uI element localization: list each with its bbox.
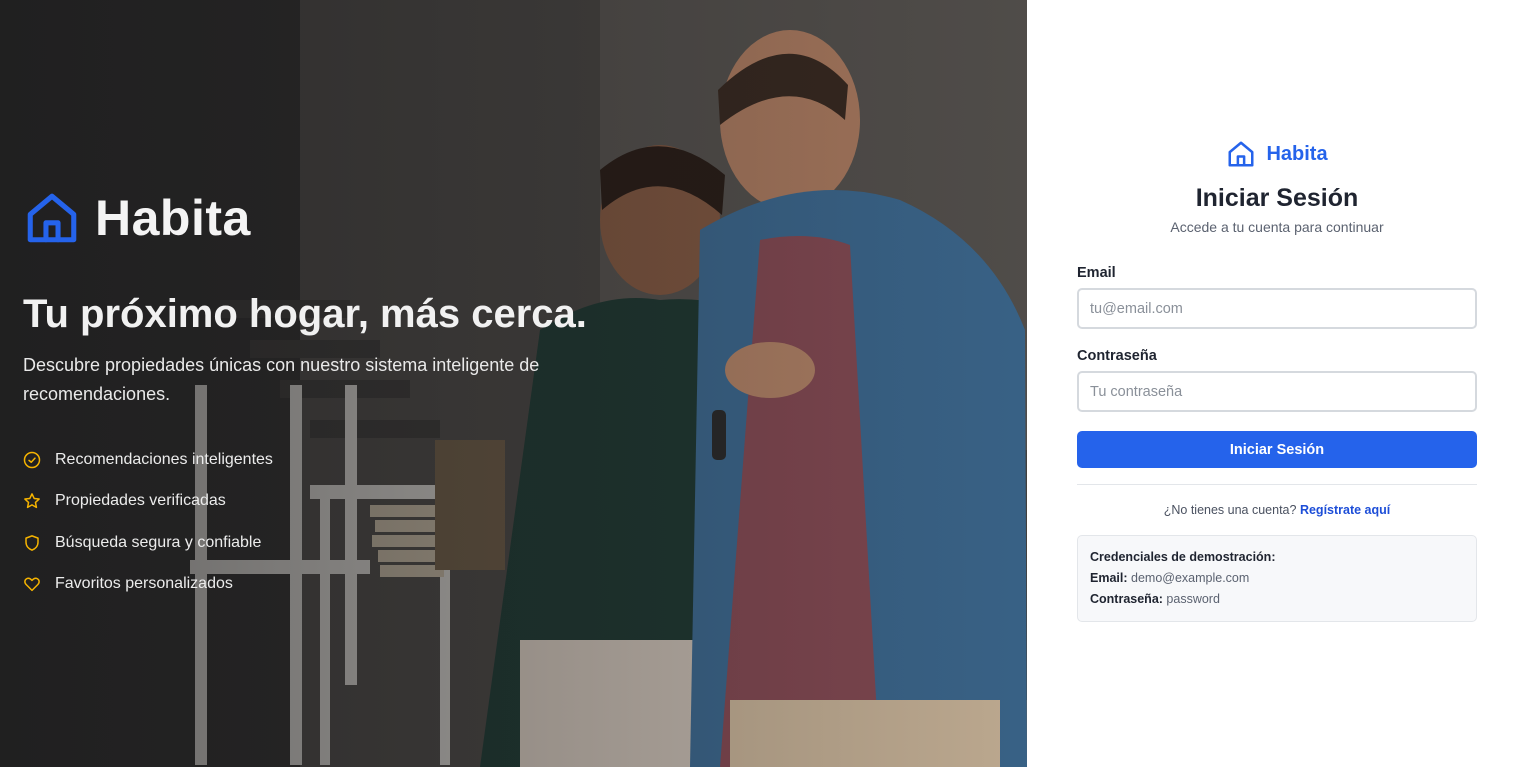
- demo-email-label: Email:: [1090, 571, 1128, 585]
- feature-list: Recomendaciones inteligentes Propiedades…: [23, 439, 643, 605]
- hero-content: Habita Tu próximo hogar, más cerca. Desc…: [23, 188, 643, 605]
- login-panel: Habita Iniciar Sesión Accede a tu cuenta…: [1027, 0, 1524, 767]
- check-circle-icon: [23, 451, 41, 469]
- page-title: Iniciar Sesión: [1195, 184, 1359, 212]
- register-link[interactable]: Regístrate aquí: [1300, 503, 1390, 517]
- demo-password-label: Contraseña:: [1090, 592, 1163, 606]
- password-label: Contraseña: [1077, 348, 1157, 364]
- hero-brand-name: Habita: [95, 190, 251, 246]
- hero-headline: Tu próximo hogar, más cerca.: [23, 292, 587, 336]
- feature-label: Propiedades verificadas: [55, 492, 226, 510]
- login-button[interactable]: Iniciar Sesión: [1077, 431, 1477, 468]
- feature-item: Favoritos personalizados: [23, 564, 643, 606]
- login-card: Habita Iniciar Sesión Accede a tu cuenta…: [1077, 138, 1477, 622]
- feature-label: Favoritos personalizados: [55, 575, 233, 593]
- login-brand-name: Habita: [1266, 142, 1328, 165]
- hero-section: Habita Tu próximo hogar, más cerca. Desc…: [0, 0, 1027, 767]
- feature-item: Recomendaciones inteligentes: [23, 439, 643, 481]
- hero-brand: Habita: [23, 188, 643, 248]
- shield-icon: [23, 534, 41, 552]
- feature-item: Búsqueda segura y confiable: [23, 522, 643, 564]
- star-icon: [23, 492, 41, 510]
- feature-label: Recomendaciones inteligentes: [55, 450, 273, 468]
- heart-icon: [23, 575, 41, 593]
- hero-description: Descubre propiedades únicas con nuestro …: [23, 355, 540, 404]
- email-field[interactable]: [1077, 288, 1477, 329]
- demo-credentials-box: Credenciales de demostración: Email: dem…: [1077, 535, 1477, 622]
- register-prompt-text: ¿No tienes una cuenta?: [1163, 503, 1297, 517]
- demo-heading: Credenciales de demostración:: [1090, 550, 1276, 564]
- house-icon: [23, 188, 81, 248]
- divider: [1077, 484, 1477, 485]
- register-prompt: ¿No tienes una cuenta? Regístrate aquí: [1077, 503, 1477, 517]
- password-field[interactable]: [1077, 371, 1477, 412]
- page-subtitle: Accede a tu cuenta para continuar: [1170, 219, 1384, 235]
- house-icon: [1226, 138, 1256, 170]
- feature-label: Búsqueda segura y confiable: [55, 533, 262, 551]
- email-label: Email: [1077, 265, 1116, 281]
- demo-password-value: password: [1166, 592, 1220, 606]
- feature-item: Propiedades verificadas: [23, 481, 643, 523]
- demo-email-value: demo@example.com: [1131, 571, 1250, 585]
- login-brand: Habita: [1077, 138, 1477, 170]
